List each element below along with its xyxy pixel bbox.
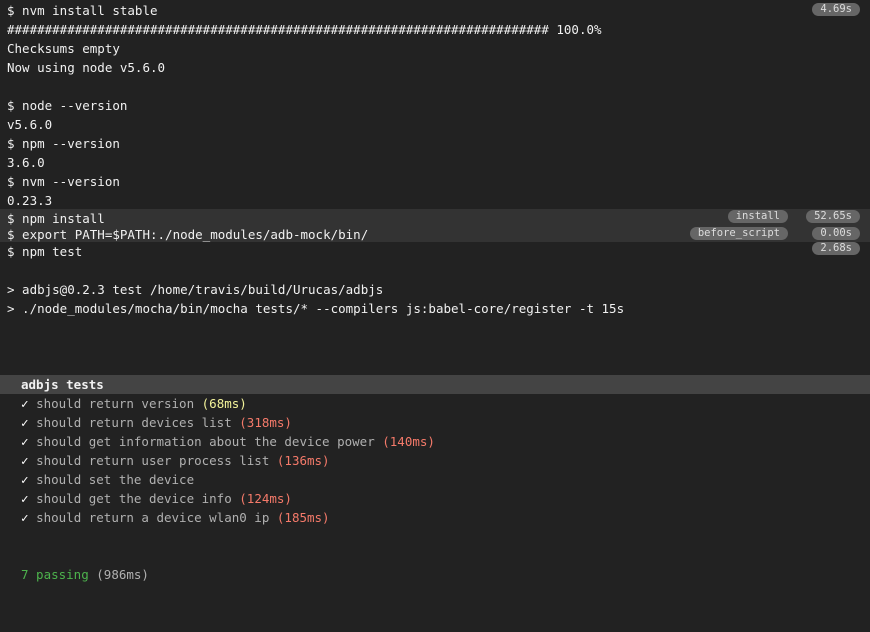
test-row: ✓ should return version (68ms) bbox=[0, 394, 870, 413]
test-name: should return devices list bbox=[36, 415, 232, 430]
fold-tag-badge: before_script bbox=[689, 227, 788, 240]
build-log: $ nvm install stable 4.69s #############… bbox=[0, 0, 870, 632]
log-text: 3.6.0 bbox=[7, 155, 45, 170]
log-text: Checksums empty bbox=[7, 41, 120, 56]
check-icon: ✓ bbox=[21, 510, 29, 525]
log-line-now-using: Now using node v5.6.0 bbox=[0, 58, 870, 77]
check-icon: ✓ bbox=[21, 415, 29, 430]
log-line-npm-ver: 3.6.0 bbox=[0, 153, 870, 172]
test-name: should return user process list bbox=[36, 453, 270, 468]
log-text: ########################################… bbox=[7, 22, 602, 37]
log-text: $ nvm install stable bbox=[7, 3, 158, 18]
test-name: should return a device wlan0 ip bbox=[36, 510, 270, 525]
test-name: should get information about the device … bbox=[36, 434, 375, 449]
log-text: > adbjs@0.2.3 test /home/travis/build/Ur… bbox=[7, 282, 384, 297]
passing-count: 7 passing bbox=[21, 567, 89, 582]
check-icon: ✓ bbox=[21, 396, 29, 411]
log-line-node-ver: v5.6.0 bbox=[0, 115, 870, 134]
test-row: ✓ should return devices list (318ms) bbox=[0, 413, 870, 432]
test-row: ✓ should return a device wlan0 ip (185ms… bbox=[0, 508, 870, 527]
log-line-nvm-ver: 0.23.3 bbox=[0, 191, 870, 210]
total-duration: (986ms) bbox=[96, 567, 149, 582]
duration-badge: 52.65s bbox=[806, 210, 860, 223]
log-line-script2: > ./node_modules/mocha/bin/mocha tests/*… bbox=[0, 299, 870, 318]
test-row: ✓ should get the device info (124ms) bbox=[0, 489, 870, 508]
check-icon: ✓ bbox=[21, 434, 29, 449]
check-icon: ✓ bbox=[21, 472, 29, 487]
check-icon: ✓ bbox=[21, 453, 29, 468]
test-summary: 7 passing (986ms) bbox=[0, 565, 870, 584]
fold-npm-install[interactable]: $ npm install install 52.65s bbox=[0, 209, 870, 226]
test-row: ✓ should set the device bbox=[0, 470, 870, 489]
test-duration: (136ms) bbox=[276, 453, 330, 468]
test-duration: (140ms) bbox=[382, 434, 435, 449]
test-name: should return version bbox=[36, 396, 195, 411]
log-line-script1: > adbjs@0.2.3 test /home/travis/build/Ur… bbox=[0, 280, 870, 299]
log-text: $ node --version bbox=[7, 98, 128, 113]
test-name: should get the device info bbox=[36, 491, 232, 506]
fold-tag-badge: install bbox=[727, 210, 788, 223]
log-text: 0.23.3 bbox=[7, 193, 53, 208]
test-duration: (318ms) bbox=[239, 415, 292, 430]
log-text: $ nvm --version bbox=[7, 174, 120, 189]
log-line-npm-cmd: $ npm --version bbox=[0, 134, 870, 153]
duration-badge: 2.68s bbox=[812, 242, 860, 255]
test-name: should set the device bbox=[36, 472, 195, 487]
log-line-npm-test[interactable]: $ npm test 2.68s bbox=[0, 242, 870, 261]
log-line-checksums: Checksums empty bbox=[0, 39, 870, 58]
test-duration: (185ms) bbox=[276, 510, 330, 525]
log-line-progress: ########################################… bbox=[0, 20, 870, 39]
log-line-nvm-cmd: $ nvm --version bbox=[0, 172, 870, 191]
test-row: ✓ should return user process list (136ms… bbox=[0, 451, 870, 470]
test-duration: (68ms) bbox=[201, 396, 247, 411]
duration-badge: 4.69s bbox=[812, 3, 860, 16]
log-text: $ npm --version bbox=[7, 136, 120, 151]
test-suite-header: adbjs tests bbox=[0, 375, 870, 394]
suite-title: adbjs tests bbox=[21, 377, 104, 392]
check-icon: ✓ bbox=[21, 491, 29, 506]
log-line-node-cmd: $ node --version bbox=[0, 96, 870, 115]
log-text: v5.6.0 bbox=[7, 117, 53, 132]
log-text: > ./node_modules/mocha/bin/mocha tests/*… bbox=[7, 301, 625, 316]
duration-badge: 0.00s bbox=[812, 227, 860, 240]
log-line-nvm-install[interactable]: $ nvm install stable 4.69s bbox=[0, 1, 870, 20]
test-row: ✓ should get information about the devic… bbox=[0, 432, 870, 451]
log-text: Now using node v5.6.0 bbox=[7, 60, 166, 75]
test-duration: (124ms) bbox=[239, 491, 292, 506]
fold-before-script[interactable]: $ export PATH=$PATH:./node_modules/adb-m… bbox=[0, 226, 870, 242]
log-text: $ npm test bbox=[7, 244, 83, 259]
